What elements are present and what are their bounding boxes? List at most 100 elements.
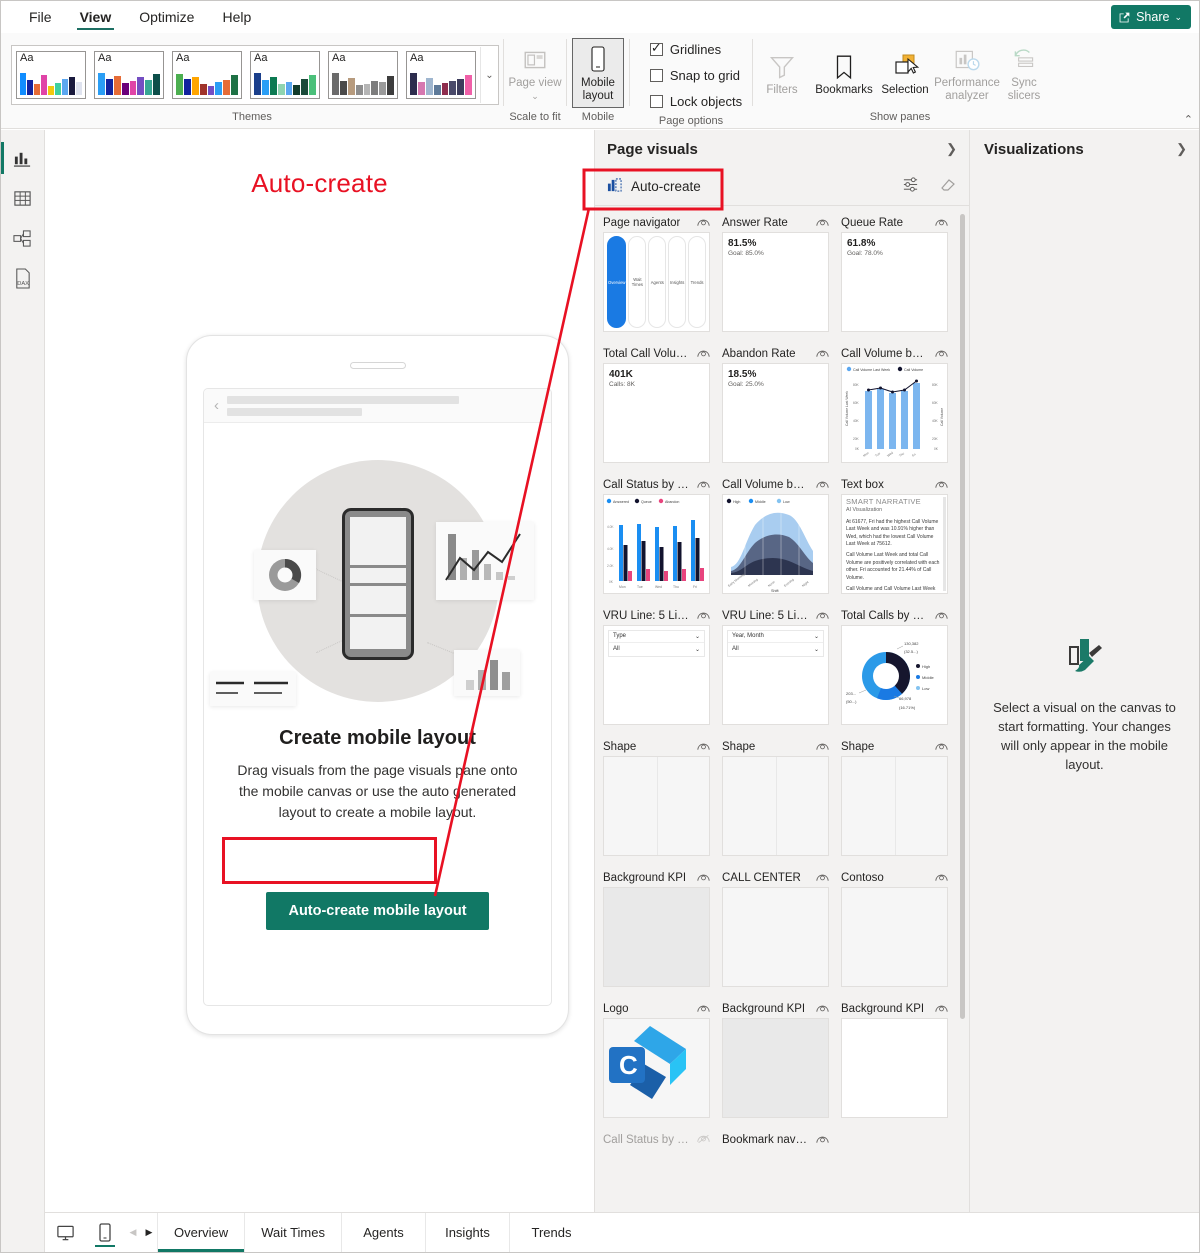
mobile-layout-button[interactable]: Mobile layout [572,38,624,108]
menu-item-view[interactable]: View [66,1,126,33]
visibility-eye-icon[interactable] [935,738,948,756]
chevron-down-icon: ⌄ [813,634,819,640]
page-visuals-list[interactable]: Page navigator Overview Wait Times Agent… [595,206,969,1252]
visual-card-call-status-by-month[interactable]: Call Status by M... [603,1131,710,1149]
visual-card-queue-rate[interactable]: Queue Rate 61.8% Goal: 78.0% [841,214,948,332]
page-visuals-scrollbar[interactable] [960,214,965,1246]
page-tab-bar: ◀ ▶ Overview Wait Times Agents Insights … [45,1212,1199,1252]
visibility-eye-icon[interactable] [935,607,948,625]
table-view-icon[interactable] [1,178,44,218]
visibility-eye-icon[interactable] [697,738,710,756]
visibility-eye-icon[interactable] [935,214,948,232]
theme-tile-1[interactable]: Aa [16,51,86,99]
visual-card-page-navigator[interactable]: Page navigator Overview Wait Times Agent… [603,214,710,332]
visibility-eye-icon[interactable] [816,214,829,232]
visual-card-call-center[interactable]: CALL CENTER [722,869,829,987]
page-tab-agents[interactable]: Agents [341,1213,425,1252]
settings-sliders-icon[interactable] [902,176,919,198]
visibility-eye-icon[interactable] [816,1131,829,1149]
visual-card-answer-rate[interactable]: Answer Rate 81.5% Goal: 85.0% [722,214,829,332]
bookmarks-button[interactable]: Bookmarks [813,46,875,101]
visibility-eye-icon[interactable] [697,345,710,363]
lock-objects-label: Lock objects [669,93,743,109]
visibility-eye-icon[interactable] [816,476,829,494]
visibility-eye-icon[interactable] [816,1000,829,1018]
page-tab-trends[interactable]: Trends [509,1213,593,1252]
visual-card-logo[interactable]: Logo C [603,1000,710,1118]
theme-tile-3[interactable]: Aa [172,51,242,99]
eraser-icon[interactable] [939,175,957,198]
visibility-eye-icon[interactable] [816,345,829,363]
narrative-scrollbar[interactable] [943,497,946,591]
theme-tile-2[interactable]: Aa [94,51,164,99]
filters-button[interactable]: Filters [753,46,811,101]
visual-card-bookmark-navigator[interactable]: Bookmark navig... [722,1131,829,1149]
report-view-icon[interactable] [1,138,44,178]
visual-card-abandon-rate[interactable]: Abandon Rate 18.5% Goal: 25.0% [722,345,829,463]
collapse-pane-chevron-icon[interactable]: ❯ [1176,141,1187,157]
visual-card-total-calls-by-priority[interactable]: Total Calls by Pri... 130,382 (32.5...) … [841,607,948,725]
auto-create-mobile-layout-button[interactable]: Auto-create mobile layout [266,892,489,930]
visual-card-shape[interactable]: Shape [841,738,948,856]
visibility-eye-icon[interactable] [697,607,710,625]
visibility-eye-hidden-icon[interactable] [697,1131,710,1149]
scroll-tabs-left-arrow-icon[interactable]: ◀ [125,1213,141,1252]
visual-card-background-kpi[interactable]: Background KPI [722,1000,829,1118]
theme-tile-6[interactable]: Aa [406,51,476,99]
visual-card-contoso[interactable]: Contoso [841,869,948,987]
gridlines-checkbox[interactable]: Gridlines [649,36,742,62]
visibility-eye-icon[interactable] [816,607,829,625]
collapse-pane-chevron-icon[interactable]: ❯ [946,141,957,157]
visual-card-background-kpi[interactable]: Background KPI [841,1000,948,1118]
themes-more-chevron-icon[interactable]: ⌄ [480,47,498,103]
performance-analyzer-button[interactable]: Performance analyzer [934,39,1000,107]
visibility-eye-icon[interactable] [697,214,710,232]
sync-slicers-button[interactable]: Sync slicers [1001,39,1047,107]
visual-card-shape[interactable]: Shape [603,738,710,856]
visual-card-call-volume-by[interactable]: Call Volume by ... Call Volume Last Week… [841,345,948,463]
page-view-button[interactable]: Page view ⌄ [506,39,564,107]
visual-card-background-kpi[interactable]: Background KPI [603,869,710,987]
visibility-eye-icon[interactable] [816,869,829,887]
visibility-eye-icon[interactable] [816,738,829,756]
visual-card-call-status-by-week[interactable]: Call Status by W... Answered Queue Aband… [603,476,710,594]
visibility-eye-icon[interactable] [935,1000,948,1018]
model-view-icon[interactable] [1,218,44,258]
page-tab-insights[interactable]: Insights [425,1213,509,1252]
menu-item-optimize[interactable]: Optimize [125,1,208,33]
kpi-goal: Goal: 25.0% [728,381,764,388]
visual-card-text-box[interactable]: Text box SMART NARRATIVE AI Visualizatio… [841,476,948,594]
page-tab-wait-times[interactable]: Wait Times [244,1213,341,1252]
visual-card-vru-line-slicer-type[interactable]: VRU Line: 5 Line... Type ⌄ All [603,607,710,725]
theme-tile-5[interactable]: Aa [328,51,398,99]
auto-create-toolbar-button[interactable]: Auto-create [607,177,701,196]
visibility-eye-icon[interactable] [697,476,710,494]
visual-card-title: Total Calls by Pri... [841,610,927,622]
visual-card-shape[interactable]: Shape [722,738,829,856]
visibility-eye-icon[interactable] [697,1000,710,1018]
menu-item-help[interactable]: Help [208,1,265,33]
theme-tile-4[interactable]: Aa [250,51,320,99]
visual-card-call-volume-by-shift[interactable]: Call Volume by S... High Middle Low [722,476,829,594]
visibility-eye-icon[interactable] [935,869,948,887]
share-button[interactable]: Share ⌄ [1111,5,1191,29]
lock-objects-checkbox[interactable]: Lock objects [649,88,743,114]
themes-gallery[interactable]: Aa Aa Aa Aa Aa Aa ⌄ [11,45,499,105]
page-tab-overview[interactable]: Overview [157,1213,245,1252]
mobile-layout-icon[interactable] [85,1213,125,1252]
visibility-eye-icon[interactable] [935,476,948,494]
visibility-eye-icon[interactable] [697,869,710,887]
visual-card-vru-line-slicer-year-month[interactable]: VRU Line: 5 Line... Year, Month ⌄ All [722,607,829,725]
collapse-ribbon-chevron-icon[interactable]: ⌃ [1184,113,1193,126]
menu-item-file[interactable]: File [15,1,66,33]
illustration-barchart-card [454,650,520,696]
scroll-tabs-right-arrow-icon[interactable]: ▶ [141,1213,157,1252]
visual-card-preview: Call Volume Last Week Call Volume 80K 60K… [841,363,948,463]
visibility-eye-icon[interactable] [935,345,948,363]
dax-query-view-icon[interactable]: DAX [1,258,44,298]
visual-card-total-call-volume[interactable]: Total Call Volume 401K Calls: 8K [603,345,710,463]
desktop-layout-icon[interactable] [45,1213,85,1252]
snap-to-grid-checkbox[interactable]: Snap to grid [649,62,742,88]
mobile-group-label: Mobile [581,111,615,123]
selection-button[interactable]: Selection [877,46,933,101]
